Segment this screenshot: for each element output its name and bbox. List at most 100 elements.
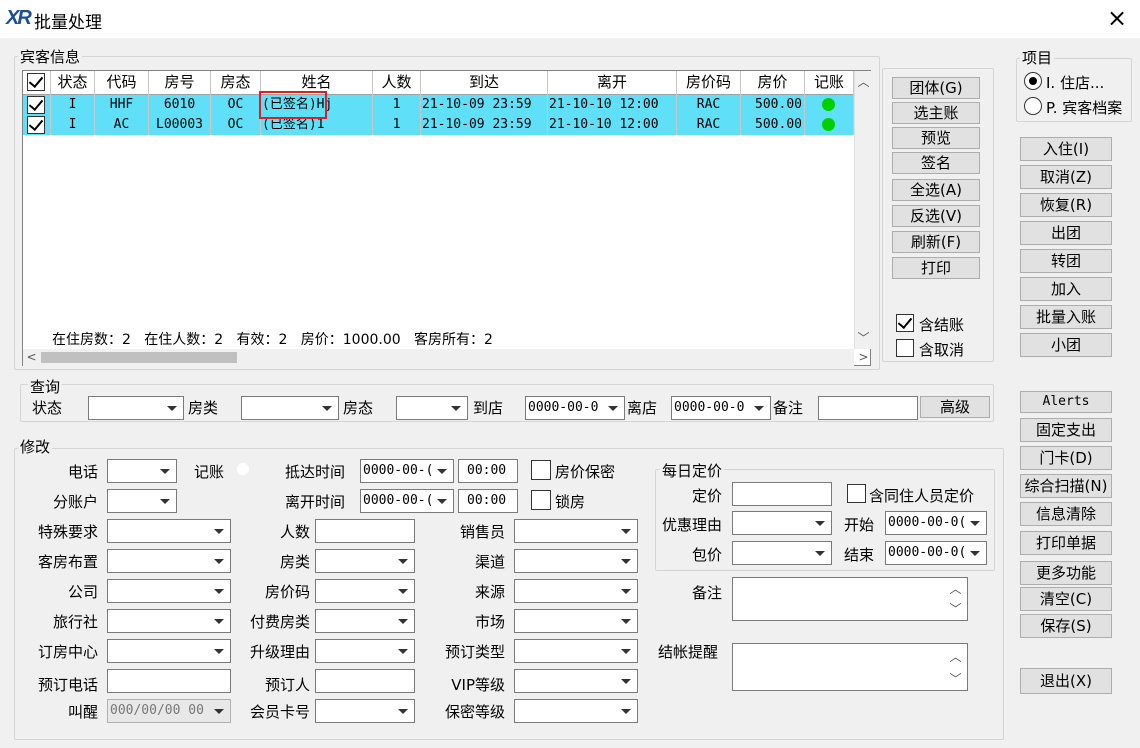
row-select-cell[interactable]: [23, 95, 51, 115]
scan-button[interactable]: 综合扫描(N): [1020, 474, 1112, 498]
room-type-select[interactable]: [315, 549, 415, 573]
col-room-status[interactable]: 房态: [211, 71, 261, 95]
query-remark-input[interactable]: [818, 396, 918, 420]
scroll-left-icon[interactable]: <: [23, 350, 40, 364]
upgrade-reason-select[interactable]: [315, 639, 415, 663]
reminder-scroll-down-icon[interactable]: ﹀: [947, 670, 964, 687]
special-request-select[interactable]: [107, 519, 231, 543]
booking-phone-input[interactable]: [107, 669, 231, 693]
agency-select[interactable]: [107, 609, 231, 633]
restore-button[interactable]: 恢复(R): [1020, 193, 1112, 217]
col-billing[interactable]: 记账: [805, 71, 854, 95]
persons-input[interactable]: [315, 519, 415, 543]
remark-textarea[interactable]: ︿ ﹀: [732, 577, 968, 621]
exit-button[interactable]: 退出(X): [1020, 668, 1112, 694]
start-date-select[interactable]: 0000-00-0(: [885, 511, 987, 535]
select-all-button[interactable]: 全选(A): [892, 179, 980, 201]
set-price-input[interactable]: [732, 482, 832, 506]
scroll-up-icon[interactable]: ︿: [855, 73, 872, 90]
remark-scroll-up-icon[interactable]: ︿: [947, 580, 964, 597]
print-button[interactable]: 打印: [892, 257, 980, 279]
col-rate-code[interactable]: 房价码: [677, 71, 741, 95]
market-select[interactable]: [514, 609, 638, 633]
booker-input[interactable]: [315, 669, 415, 693]
arrive-date-select[interactable]: 0000-00-(: [360, 459, 454, 483]
preview-button[interactable]: 预览: [892, 127, 980, 149]
lock-room-checkbox[interactable]: [531, 490, 551, 510]
invert-selection-button[interactable]: 反选(V): [892, 205, 980, 227]
clear-button[interactable]: 清空(C): [1020, 587, 1112, 611]
fixed-charges-button[interactable]: 固定支出: [1020, 418, 1112, 442]
query-depart-date[interactable]: 0000-00-0: [671, 396, 771, 420]
col-persons[interactable]: 人数: [373, 71, 421, 95]
col-code[interactable]: 代码: [95, 71, 149, 95]
clear-info-button[interactable]: 信息清除: [1020, 502, 1112, 526]
rate-code-select[interactable]: [315, 579, 415, 603]
query-status-select[interactable]: [88, 396, 184, 420]
alerts-button[interactable]: Alerts: [1020, 391, 1112, 413]
paid-room-type-select[interactable]: [315, 609, 415, 633]
row-checkbox[interactable]: [27, 116, 45, 134]
cancel-button[interactable]: 取消(Z): [1020, 165, 1112, 189]
depart-hm-input[interactable]: 00:00: [458, 489, 518, 513]
include-checkout-checkbox[interactable]: [896, 314, 914, 332]
col-status[interactable]: 状态: [51, 71, 95, 95]
sign-button[interactable]: 签名: [892, 152, 980, 174]
checkout-reminder-textarea[interactable]: ︿ ﹀: [732, 643, 968, 691]
wakeup-select[interactable]: 000/00/00 00: [107, 699, 231, 723]
discount-reason-select[interactable]: [732, 511, 832, 535]
same-room-rate-checkbox[interactable]: [847, 484, 866, 503]
scroll-down-icon[interactable]: ﹀: [855, 329, 872, 346]
checkin-button[interactable]: 入住(I): [1020, 137, 1112, 161]
phone-select[interactable]: [107, 459, 177, 483]
booking-center-select[interactable]: [107, 639, 231, 663]
door-card-button[interactable]: 门卡(D): [1020, 446, 1112, 470]
row-checkbox[interactable]: [27, 96, 45, 114]
secret-level-select[interactable]: [514, 699, 638, 723]
include-cancel-checkbox[interactable]: [896, 339, 914, 357]
guest-profile-radio[interactable]: [1024, 97, 1042, 115]
member-card-select[interactable]: [315, 699, 415, 723]
print-receipt-button[interactable]: 打印单据: [1020, 531, 1112, 555]
table-row[interactable]: I HHF 6010 OC (已签名)Hj 1 21-10-09 23:59 2…: [23, 95, 854, 115]
select-all-cell[interactable]: [23, 71, 51, 95]
scroll-thumb[interactable]: [41, 352, 237, 363]
save-button[interactable]: 保存(S): [1020, 614, 1112, 638]
exit-group-button[interactable]: 出团: [1020, 221, 1112, 245]
arrive-hm-input[interactable]: 00:00: [458, 459, 518, 483]
transfer-group-button[interactable]: 转团: [1020, 249, 1112, 273]
remark-scroll-down-icon[interactable]: ﹀: [947, 600, 964, 617]
select-main-account-button[interactable]: 选主账: [892, 102, 980, 124]
source-select[interactable]: [514, 579, 638, 603]
sub-account-select[interactable]: [107, 489, 177, 513]
reminder-scroll-up-icon[interactable]: ︿: [947, 648, 964, 665]
vip-level-select[interactable]: [514, 669, 638, 693]
query-arrive-date[interactable]: 0000-00-0: [525, 396, 625, 420]
row-select-cell[interactable]: [23, 115, 51, 135]
rate-secret-checkbox[interactable]: [531, 460, 551, 480]
end-date-select[interactable]: 0000-00-0(: [885, 541, 987, 565]
booking-type-select[interactable]: [514, 639, 638, 663]
refresh-button[interactable]: 刷新(F): [892, 231, 980, 253]
query-room-type-select[interactable]: [241, 396, 339, 420]
join-button[interactable]: 加入: [1020, 277, 1112, 301]
channel-select[interactable]: [514, 549, 638, 573]
company-select[interactable]: [107, 579, 231, 603]
more-functions-button[interactable]: 更多功能: [1020, 561, 1112, 585]
group-button[interactable]: 团体(G): [892, 77, 980, 99]
col-arrive[interactable]: 到达: [421, 71, 548, 95]
horizontal-scrollbar[interactable]: < >: [23, 349, 869, 366]
query-room-status-select[interactable]: [396, 396, 468, 420]
sub-group-button[interactable]: 小团: [1020, 333, 1112, 357]
close-icon[interactable]: ×: [1100, 2, 1134, 34]
package-select[interactable]: [732, 541, 832, 565]
room-layout-select[interactable]: [107, 549, 231, 573]
col-room[interactable]: 房号: [149, 71, 211, 95]
in-house-radio[interactable]: [1024, 72, 1042, 90]
scroll-right-icon[interactable]: >: [855, 350, 872, 364]
salesman-select[interactable]: [514, 519, 638, 543]
select-all-checkbox[interactable]: [27, 73, 45, 91]
table-row[interactable]: I AC L00003 OC (已签名)1 1 21-10-09 23:59 2…: [23, 115, 854, 135]
vertical-scrollbar[interactable]: ︿ ﹀: [854, 71, 871, 349]
col-rate[interactable]: 房价: [741, 71, 805, 95]
